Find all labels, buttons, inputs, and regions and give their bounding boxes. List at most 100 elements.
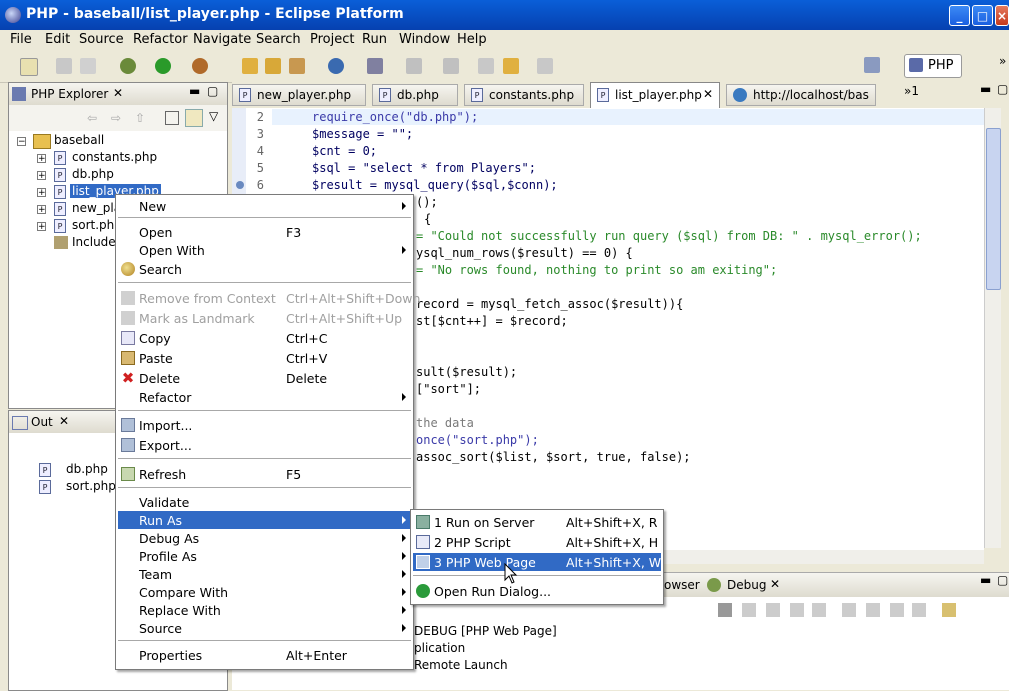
outline-item[interactable]: sort.php	[66, 479, 116, 493]
debug-launch-item[interactable]: DEBUG [PHP Web Page]	[414, 624, 557, 638]
menu-help[interactable]: Help	[457, 32, 487, 47]
editor-tab[interactable]: P db.php	[372, 84, 458, 106]
new-icon[interactable]	[20, 58, 38, 76]
menu-refactor[interactable]: Refactor	[133, 32, 188, 47]
menu-run[interactable]: Run	[362, 32, 387, 47]
maximize-button[interactable]: □	[972, 5, 993, 26]
menu-item-compare-with[interactable]: Compare With	[118, 583, 411, 601]
open-folder-icon[interactable]	[242, 58, 258, 74]
remove-launch-icon[interactable]	[718, 603, 732, 617]
close-tab-icon[interactable]: ✕	[59, 414, 69, 428]
step-over-icon[interactable]	[866, 603, 880, 617]
menu-file[interactable]: File	[10, 32, 32, 47]
menu-edit[interactable]: Edit	[45, 32, 70, 47]
open-project-icon[interactable]	[265, 58, 281, 74]
wizard-icon[interactable]	[289, 58, 305, 74]
open-perspective-icon[interactable]	[864, 57, 880, 73]
close-tab-icon[interactable]: ✕	[113, 86, 123, 100]
view-menu-icon[interactable]: ▽	[209, 109, 218, 123]
editor-tab[interactable]: P new_player.php	[232, 84, 366, 106]
tree-file[interactable]: new_pla	[72, 201, 121, 215]
menu-item-debug-as[interactable]: Debug As	[118, 529, 411, 547]
outline-item[interactable]: db.php	[66, 462, 108, 476]
menu-item-refactor[interactable]: Refactor	[118, 388, 411, 406]
menu-item-replace-with[interactable]: Replace With	[118, 601, 411, 619]
menu-source[interactable]: Source	[79, 32, 124, 47]
globe-icon[interactable]	[328, 58, 344, 74]
terminate-icon[interactable]	[790, 603, 804, 617]
debug-icon[interactable]	[120, 58, 136, 74]
toolbar-overflow-icon[interactable]: »	[999, 54, 1006, 68]
debug-launch-item[interactable]: plication	[414, 641, 465, 655]
maximize-view-icon[interactable]: ▢	[207, 84, 218, 98]
menu-item-open-with[interactable]: Open With	[118, 241, 411, 259]
menu-item-search[interactable]: Search	[118, 260, 411, 278]
menu-item-open[interactable]: Open F3	[118, 223, 411, 241]
save-icon[interactable]	[56, 58, 72, 74]
maximize-view-icon[interactable]: ▢	[997, 82, 1008, 96]
expand-toggle[interactable]: +	[37, 188, 46, 198]
vertical-scrollbar[interactable]	[984, 108, 1001, 548]
expand-toggle[interactable]: +	[37, 171, 46, 181]
collapse-toggle[interactable]: −	[17, 137, 26, 147]
step-into-icon[interactable]	[842, 603, 856, 617]
menu-window[interactable]: Window	[399, 32, 450, 47]
expand-toggle[interactable]: +	[37, 222, 46, 232]
menu-item-validate[interactable]: Validate	[118, 493, 411, 511]
menu-item-team[interactable]: Team	[118, 565, 411, 583]
collapse-all-icon[interactable]	[165, 111, 179, 125]
php-perspective-button[interactable]: PHP	[904, 54, 962, 78]
scrollbar-thumb[interactable]	[986, 128, 1001, 290]
explorer-tab-label[interactable]: PHP Explorer	[31, 87, 108, 101]
back-icon[interactable]	[503, 58, 519, 74]
submenu-open-run-dialog[interactable]: Open Run Dialog...	[413, 582, 661, 600]
tree-file[interactable]: constants.php	[72, 150, 157, 164]
menu-search[interactable]: Search	[256, 32, 301, 47]
browser-tab-label[interactable]: owser	[664, 578, 700, 592]
minimize-view-icon[interactable]: ▬	[189, 84, 200, 98]
editor-tab[interactable]: P constants.php	[464, 84, 584, 106]
forward-icon[interactable]	[537, 58, 553, 74]
menu-item-import[interactable]: Import...	[118, 416, 411, 434]
forward-nav-icon[interactable]: ⇨	[111, 111, 121, 125]
submenu-run-on-server[interactable]: 1 Run on Server Alt+Shift+X, R	[413, 513, 661, 531]
menu-item-delete[interactable]: ✖ Delete Delete	[118, 369, 411, 387]
outline-tab-label[interactable]: Out	[31, 415, 53, 429]
drop-to-frame-icon[interactable]	[912, 603, 926, 617]
tree-file[interactable]: db.php	[72, 167, 114, 181]
menu-item-mark-as-landmark[interactable]: Mark as Landmark Ctrl+Alt+Shift+Up	[118, 309, 411, 327]
menu-project[interactable]: Project	[310, 32, 354, 47]
next-annotation-icon[interactable]	[406, 58, 422, 74]
menu-item-remove-from-context[interactable]: Remove from Context Ctrl+Alt+Shift+Down	[118, 289, 420, 307]
step-return-icon[interactable]	[890, 603, 904, 617]
menu-item-new[interactable]: New	[118, 197, 411, 215]
menu-item-refresh[interactable]: Refresh F5	[118, 465, 411, 483]
close-tab-icon[interactable]: ✕	[770, 577, 780, 591]
prev-annotation-icon[interactable]	[443, 58, 459, 74]
suspend-icon[interactable]	[766, 603, 780, 617]
expand-toggle[interactable]: +	[37, 154, 46, 164]
editor-tab[interactable]: http://localhost/bas	[726, 84, 876, 106]
debug-launch-item[interactable]: Remote Launch	[414, 658, 508, 672]
resume-icon[interactable]	[742, 603, 756, 617]
tab-overflow[interactable]: »1	[904, 84, 919, 98]
submenu-php-script[interactable]: 2 PHP Script Alt+Shift+X, H	[413, 533, 661, 551]
menu-item-paste[interactable]: Paste Ctrl+V	[118, 349, 411, 367]
back-nav-icon[interactable]: ⇦	[87, 111, 97, 125]
run-icon[interactable]	[155, 58, 171, 74]
menu-item-properties[interactable]: Properties Alt+Enter	[118, 646, 411, 664]
tree-include-path[interactable]: Include	[72, 235, 116, 249]
minimize-view-icon[interactable]: ▬	[980, 82, 991, 96]
external-tools-icon[interactable]	[192, 58, 208, 74]
last-edit-icon[interactable]	[478, 58, 494, 74]
menu-item-export[interactable]: Export...	[118, 436, 411, 454]
tree-project[interactable]: baseball	[54, 133, 104, 147]
menu-navigate[interactable]: Navigate	[193, 32, 251, 47]
close-tab-icon[interactable]: ✕	[703, 87, 713, 101]
menu-item-copy[interactable]: Copy Ctrl+C	[118, 329, 411, 347]
submenu-php-web-page[interactable]: 3 PHP Web Page Alt+Shift+X, W	[413, 553, 661, 571]
close-button[interactable]: ×	[995, 5, 1009, 26]
link-editor-icon[interactable]	[185, 109, 203, 127]
menu-item-profile-as[interactable]: Profile As	[118, 547, 411, 565]
editor-tab-active[interactable]: P list_player.php ✕	[590, 82, 720, 108]
